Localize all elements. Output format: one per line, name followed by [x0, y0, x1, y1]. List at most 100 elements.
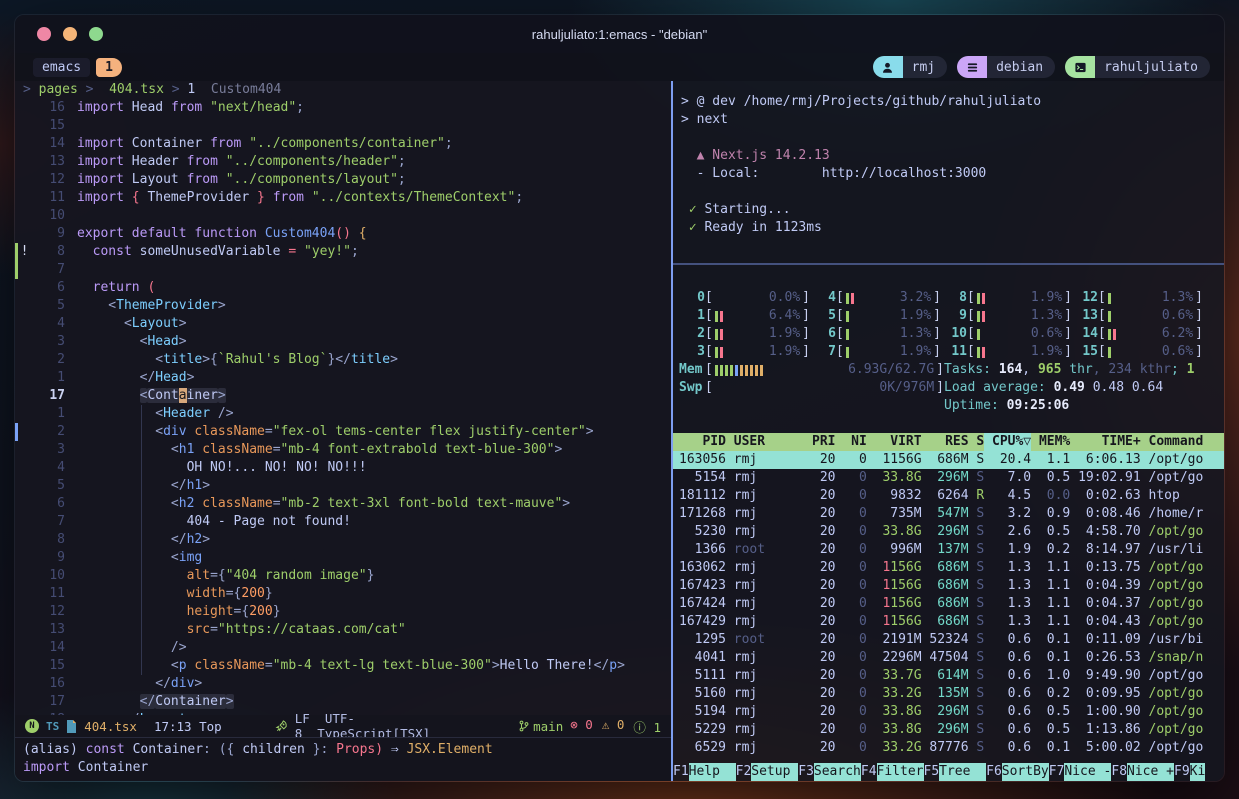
- process-row[interactable]: 5194rmj20033.8G296MS0.60.51:00.90/opt/go: [673, 703, 1224, 721]
- code-line[interactable]: 1 </Head>: [15, 369, 671, 387]
- code-line[interactable]: 16import Head from "next/head";: [15, 99, 671, 117]
- fkey-label-nice--[interactable]: Nice -: [1064, 763, 1111, 781]
- code-line[interactable]: 12import Layout from "../components/layo…: [15, 171, 671, 189]
- column-header-ni[interactable]: NI: [836, 433, 867, 451]
- process-row[interactable]: 5230rmj20033.8G296MS2.60.54:58.70/opt/go: [673, 523, 1224, 541]
- code-line[interactable]: 7 404 - Page not found!: [15, 513, 671, 531]
- fkey-F6[interactable]: F6: [986, 763, 1002, 781]
- process-row[interactable]: 181112rmj20098326264R4.50.00:02.63htop: [673, 487, 1224, 505]
- code-line[interactable]: 12 height={200}: [15, 603, 671, 621]
- code-line[interactable]: 13import Header from "../components/head…: [15, 153, 671, 171]
- code-line[interactable]: 5 <ThemeProvider>: [15, 297, 671, 315]
- editor-statusline: N TS 404.tsx 17:13 Top LF UTF-8 TypeScri…: [15, 715, 671, 737]
- code-line[interactable]: 1 <Header />: [15, 405, 671, 423]
- process-row[interactable]: 1295root2002191M52324S0.60.10:11.09/usr/…: [673, 631, 1224, 649]
- fkey-label-setup[interactable]: Setup: [751, 763, 798, 781]
- cpu-meter-3: 3[1.9%]: [679, 343, 810, 361]
- tmux-session-name[interactable]: emacs: [33, 58, 90, 77]
- process-row[interactable]: 5111rmj20033.7G614MS0.61.09:49.90/opt/go: [673, 667, 1224, 685]
- code-line[interactable]: 9export default function Custom404() {: [15, 225, 671, 243]
- editor-pane[interactable]: > pages > 404.tsx > 1 Custom404 16import…: [15, 81, 673, 781]
- git-branch[interactable]: main: [519, 719, 563, 734]
- column-header-cpu[interactable]: CPU%▽: [984, 433, 1031, 451]
- htop-pane[interactable]: 0[0.0%]4[3.2%]8[1.9%]12[1.3%]1[6.4%]5[1.…: [673, 265, 1224, 781]
- process-row[interactable]: 171268rmj200735M547MS3.20.90:08.46/home/…: [673, 505, 1224, 523]
- code-line[interactable]: !8 const someUnusedVariable = "yey!";: [15, 243, 671, 261]
- lsp-hover-import: import Container: [23, 759, 663, 777]
- code-line[interactable]: 8 </h2>: [15, 531, 671, 549]
- code-line[interactable]: 7: [15, 261, 671, 279]
- column-header-pri[interactable]: PRI: [804, 433, 835, 451]
- fkey-label-nice-+[interactable]: Nice +: [1127, 763, 1174, 781]
- code-line[interactable]: 14 />: [15, 639, 671, 657]
- code-line[interactable]: 9 <img: [15, 549, 671, 567]
- column-header-user[interactable]: USER: [726, 433, 804, 451]
- process-row[interactable]: 167423rmj2001156G686MS1.31.10:04.39/opt/…: [673, 577, 1224, 595]
- fkey-label-ki[interactable]: Ki: [1190, 763, 1206, 781]
- code-line[interactable]: 11import { ThemeProvider } from "../cont…: [15, 189, 671, 207]
- process-row[interactable]: 5229rmj20033.8G296MS0.60.51:13.86/opt/go: [673, 721, 1224, 739]
- fkey-label-tree[interactable]: Tree: [939, 763, 986, 781]
- process-row[interactable]: 6529rmj20033.2G87776S0.60.15:00.02/opt/g…: [673, 739, 1224, 757]
- process-row[interactable]: 167424rmj2001156G686MS1.31.10:04.37/opt/…: [673, 595, 1224, 613]
- process-row[interactable]: 5160rmj20033.2G135MS0.60.20:09.95/opt/go: [673, 685, 1224, 703]
- fkey-F1[interactable]: F1: [673, 763, 689, 781]
- code-line[interactable]: 17 </Container>: [15, 693, 671, 711]
- code-line[interactable]: 11 width={200}: [15, 585, 671, 603]
- code-line[interactable]: 6 return (: [15, 279, 671, 297]
- process-row[interactable]: 167429rmj2001156G686MS1.31.10:04.43/opt/…: [673, 613, 1224, 631]
- tmux-window-index[interactable]: 1: [96, 58, 122, 77]
- statusline-filename[interactable]: 404.tsx: [84, 719, 137, 734]
- code-line[interactable]: 4 <Layout>: [15, 315, 671, 333]
- code-line[interactable]: 3 <h1 className="mb-4 font-extrabold tex…: [15, 441, 671, 459]
- dev-server-terminal[interactable]: > @ dev /home/rmj/Projects/github/rahulj…: [673, 81, 1224, 265]
- code-line[interactable]: 13 src="https://cataas.com/cat": [15, 621, 671, 639]
- column-header-pid[interactable]: PID: [679, 433, 726, 451]
- code-line[interactable]: 14import Container from "../components/c…: [15, 135, 671, 153]
- fkey-F3[interactable]: F3: [798, 763, 814, 781]
- process-row[interactable]: 1366root200996M137MS1.90.28:14.97/usr/li: [673, 541, 1224, 559]
- process-table-header[interactable]: PIDUSERPRINIVIRTRESSCPU%▽MEM%TIME+Comman…: [673, 433, 1224, 451]
- fkey-F2[interactable]: F2: [736, 763, 752, 781]
- column-header-mem[interactable]: MEM%: [1031, 433, 1070, 451]
- process-row[interactable]: 163062rmj2001156G686MS1.31.10:13.75/opt/…: [673, 559, 1224, 577]
- process-row[interactable]: 5154rmj20033.8G296MS7.00.519:02.91/opt/g…: [673, 469, 1224, 487]
- code-line[interactable]: 17 <Container>: [15, 387, 671, 405]
- column-header-virt[interactable]: VIRT: [867, 433, 922, 451]
- process-table[interactable]: PIDUSERPRINIVIRTRESSCPU%▽MEM%TIME+Comman…: [673, 433, 1224, 757]
- column-header-time[interactable]: TIME+: [1070, 433, 1140, 451]
- htop-function-keys[interactable]: F1Help F2Setup F3SearchF4FilterF5Tree F6…: [673, 763, 1224, 781]
- code-line[interactable]: 3 <Head>: [15, 333, 671, 351]
- code-line[interactable]: 10: [15, 207, 671, 225]
- column-header-res[interactable]: RES: [922, 433, 969, 451]
- column-header-s[interactable]: S: [969, 433, 985, 451]
- fkey-F4[interactable]: F4: [861, 763, 877, 781]
- fkey-label-help[interactable]: Help: [689, 763, 736, 781]
- code-line[interactable]: 10 alt={"404 random image"}: [15, 567, 671, 585]
- code-line[interactable]: 6 <h2 className="mb-2 text-3xl font-bold…: [15, 495, 671, 513]
- terminal-line: - Local: http://localhost:3000: [681, 165, 1224, 183]
- fkey-F7[interactable]: F7: [1049, 763, 1065, 781]
- fkey-label-sortby[interactable]: SortBy: [1002, 763, 1049, 781]
- code-line[interactable]: 4 OH NO!... NO! NO! NO!!!: [15, 459, 671, 477]
- code-line[interactable]: 18 </Layout>: [15, 711, 671, 715]
- code-line[interactable]: 5 </h1>: [15, 477, 671, 495]
- status-badge-os: debian: [957, 56, 1055, 78]
- cpu-meter-row: 2[1.9%]6[1.3%]10[0.6%]14[6.2%]: [673, 325, 1224, 343]
- process-row[interactable]: 4041rmj2002296M47504S0.60.10:26.53/snap/…: [673, 649, 1224, 667]
- fkey-F8[interactable]: F8: [1111, 763, 1127, 781]
- fkey-F5[interactable]: F5: [924, 763, 940, 781]
- process-row[interactable]: 163056rmj2001156G686MS20.41.16:06.13/opt…: [673, 451, 1224, 469]
- fkey-F9[interactable]: F9: [1174, 763, 1190, 781]
- fkey-label-search[interactable]: Search: [814, 763, 861, 781]
- code-line[interactable]: 16 </div>: [15, 675, 671, 693]
- code-line[interactable]: 2 <title>{`Rahul's Blog`}</title>: [15, 351, 671, 369]
- breadcrumb[interactable]: > pages > 404.tsx > 1 Custom404: [15, 81, 671, 99]
- indent-guide: [141, 405, 142, 675]
- column-header-command[interactable]: Command: [1141, 433, 1224, 451]
- code-line[interactable]: 15 <p className="mb-4 text-lg text-blue-…: [15, 657, 671, 675]
- fkey-label-filter[interactable]: Filter: [877, 763, 924, 781]
- code-line[interactable]: 15: [15, 117, 671, 135]
- code-area[interactable]: 16import Head from "next/head";1514impor…: [15, 99, 671, 715]
- code-line[interactable]: 2 <div className="fex-ol tems-center fle…: [15, 423, 671, 441]
